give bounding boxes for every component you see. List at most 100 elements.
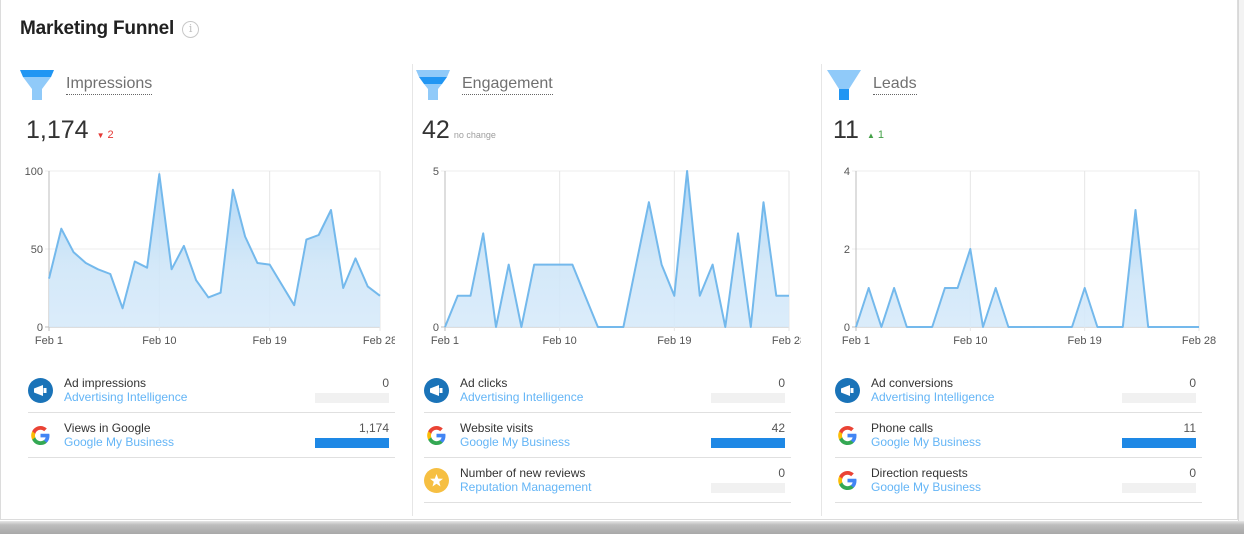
data-point[interactable] [763,201,765,203]
data-point[interactable] [610,326,612,328]
data-point[interactable] [919,326,921,328]
data-point[interactable] [868,287,870,289]
data-point[interactable] [122,307,124,309]
data-point[interactable] [85,262,87,264]
y-tick-label: 0 [433,322,439,334]
data-point[interactable] [183,245,185,247]
data-point[interactable] [944,287,946,289]
data-point[interactable] [957,287,959,289]
data-point[interactable] [293,304,295,306]
data-point[interactable] [244,236,246,238]
data-point[interactable] [788,295,790,297]
source-link[interactable]: Google My Business [871,435,981,449]
data-point[interactable] [97,268,99,270]
data-point[interactable] [737,232,739,234]
data-point[interactable] [982,326,984,328]
data-point[interactable] [1046,326,1048,328]
data-point[interactable] [1033,326,1035,328]
data-point[interactable] [232,189,234,191]
data-point[interactable] [1173,326,1175,328]
data-point[interactable] [906,326,908,328]
data-point[interactable] [342,287,344,289]
data-point[interactable] [195,279,197,281]
marketing-funnel-card: Marketing Funnel i Impressions 1,174 ▼ 2 … [0,0,1238,520]
data-point[interactable] [1185,326,1187,328]
data-point[interactable] [1160,326,1162,328]
data-point[interactable] [533,264,535,266]
source-link[interactable]: Advertising Intelligence [64,390,187,404]
data-point[interactable] [699,295,701,297]
data-point[interactable] [1134,209,1136,211]
data-point[interactable] [1058,326,1060,328]
data-point[interactable] [673,295,675,297]
data-point[interactable] [1007,326,1009,328]
data-point[interactable] [880,326,882,328]
data-point[interactable] [1020,326,1022,328]
data-point[interactable] [1071,326,1073,328]
data-point[interactable] [269,264,271,266]
data-point[interactable] [969,248,971,250]
data-point[interactable] [1122,326,1124,328]
metric-value: 1,174 [26,116,89,144]
data-point[interactable] [281,284,283,286]
source-link[interactable]: Google My Business [871,480,981,494]
data-point[interactable] [1198,326,1200,328]
data-point[interactable] [584,295,586,297]
data-point[interactable] [457,295,459,297]
data-point[interactable] [469,295,471,297]
data-point[interactable] [931,326,933,328]
data-point[interactable] [354,257,356,259]
source-link[interactable]: Advertising Intelligence [871,390,994,404]
data-point[interactable] [379,295,381,297]
data-point[interactable] [520,326,522,328]
data-point[interactable] [134,260,136,262]
data-point[interactable] [559,264,561,266]
panel-title-impressions[interactable]: Impressions [66,75,153,95]
source-link[interactable]: Google My Business [460,435,570,449]
data-point[interactable] [367,285,369,287]
data-point[interactable] [158,173,160,175]
data-point[interactable] [893,287,895,289]
data-point[interactable] [171,268,173,270]
data-point[interactable] [686,170,688,172]
source-link[interactable]: Advertising Intelligence [460,390,583,404]
data-point[interactable] [995,287,997,289]
panel-title-leads[interactable]: Leads [873,75,917,95]
data-point[interactable] [622,326,624,328]
data-point[interactable] [330,209,332,211]
data-point[interactable] [712,264,714,266]
data-point[interactable] [571,264,573,266]
data-point[interactable] [648,201,650,203]
data-point[interactable] [661,264,663,266]
data-point[interactable] [109,273,111,275]
data-point[interactable] [60,228,62,230]
data-point[interactable] [305,239,307,241]
data-point[interactable] [146,267,148,269]
data-point[interactable] [635,264,637,266]
data-point[interactable] [256,262,258,264]
data-point[interactable] [597,326,599,328]
data-point[interactable] [508,264,510,266]
data-point[interactable] [73,251,75,253]
data-point[interactable] [1096,326,1098,328]
panel-title-engagement[interactable]: Engagement [462,75,553,95]
source-link[interactable]: Reputation Management [460,480,591,494]
data-point[interactable] [48,278,50,280]
data-point[interactable] [495,326,497,328]
source-link[interactable]: Google My Business [64,435,174,449]
data-point[interactable] [220,292,222,294]
data-point[interactable] [1147,326,1149,328]
data-point[interactable] [546,264,548,266]
data-point[interactable] [444,326,446,328]
data-point[interactable] [724,326,726,328]
data-point[interactable] [775,295,777,297]
info-icon[interactable]: i [182,20,200,38]
data-point[interactable] [1109,326,1111,328]
megaphone-icon [835,378,860,403]
data-point[interactable] [318,234,320,236]
data-point[interactable] [750,326,752,328]
data-point[interactable] [207,296,209,298]
data-point[interactable] [1084,287,1086,289]
data-point[interactable] [855,326,857,328]
data-point[interactable] [482,232,484,234]
